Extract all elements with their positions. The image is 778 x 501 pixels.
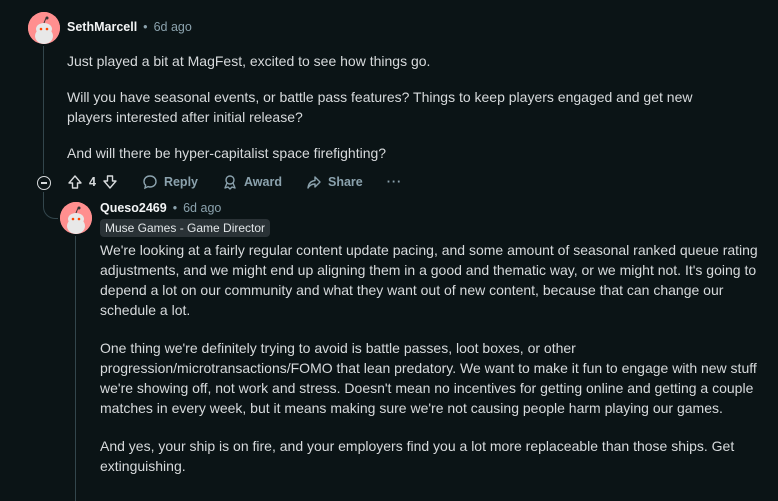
comment-header: SethMarcell • 6d ago: [67, 20, 192, 34]
comment-paragraph: Just played a bit at MagFest, excited to…: [67, 53, 431, 69]
comment-paragraph: Will you have seasonal events, or battle…: [67, 89, 693, 125]
user-flair: Muse Games - Game Director: [100, 219, 271, 237]
more-options-button[interactable]: ···: [387, 175, 403, 189]
snoo-avatar-icon: [60, 202, 92, 234]
share-label: Share: [327, 175, 363, 189]
reply-body: We're looking at a fairly regular conten…: [100, 240, 760, 476]
share-button[interactable]: Share: [306, 174, 363, 190]
separator-dot: •: [143, 20, 148, 34]
user-flair-container: Muse Games - Game Director: [100, 219, 271, 237]
reply-paragraph: We're looking at a fairly regular conten…: [100, 242, 758, 318]
reply-connector: [43, 192, 58, 219]
username[interactable]: SethMarcell: [67, 20, 137, 34]
upvote-icon[interactable]: [67, 174, 83, 190]
timestamp[interactable]: 6d ago: [154, 20, 192, 34]
downvote-icon[interactable]: [102, 174, 118, 190]
reply-paragraph: One thing we're definitely trying to avo…: [100, 340, 757, 416]
thread-line[interactable]: [43, 46, 44, 174]
comment-paragraph: And will there be hyper-capitalist space…: [67, 145, 387, 161]
separator-dot: •: [172, 201, 178, 215]
award-ribbon-icon: [224, 175, 236, 190]
vote-score: 4: [89, 175, 96, 189]
reply-paragraph: And yes, your ship is on fire, and your …: [100, 438, 735, 474]
reply-thread-line[interactable]: [75, 236, 76, 501]
reply-username[interactable]: Queso2469: [100, 201, 167, 215]
collapse-minus-icon[interactable]: [37, 176, 51, 190]
share-arrow-icon: [307, 176, 321, 189]
reply-header: Queso2469 • 6d ago: [100, 201, 221, 215]
award-button[interactable]: Award: [222, 174, 282, 190]
reply-timestamp[interactable]: 6d ago: [183, 201, 221, 215]
comment-body: Just played a bit at MagFest, excited to…: [67, 51, 717, 163]
award-label: Award: [244, 175, 282, 189]
action-bar: 4 Reply Award Share ···: [67, 174, 402, 190]
reply-label: Reply: [163, 175, 198, 189]
reply-avatar[interactable]: [60, 202, 92, 234]
comment-bubble-icon: [143, 175, 157, 190]
avatar[interactable]: [28, 12, 60, 44]
reply-button[interactable]: Reply: [142, 174, 198, 190]
snoo-avatar-icon: [28, 12, 60, 44]
more-options-icon: ···: [386, 175, 403, 189]
vote-controls: 4: [67, 174, 118, 190]
